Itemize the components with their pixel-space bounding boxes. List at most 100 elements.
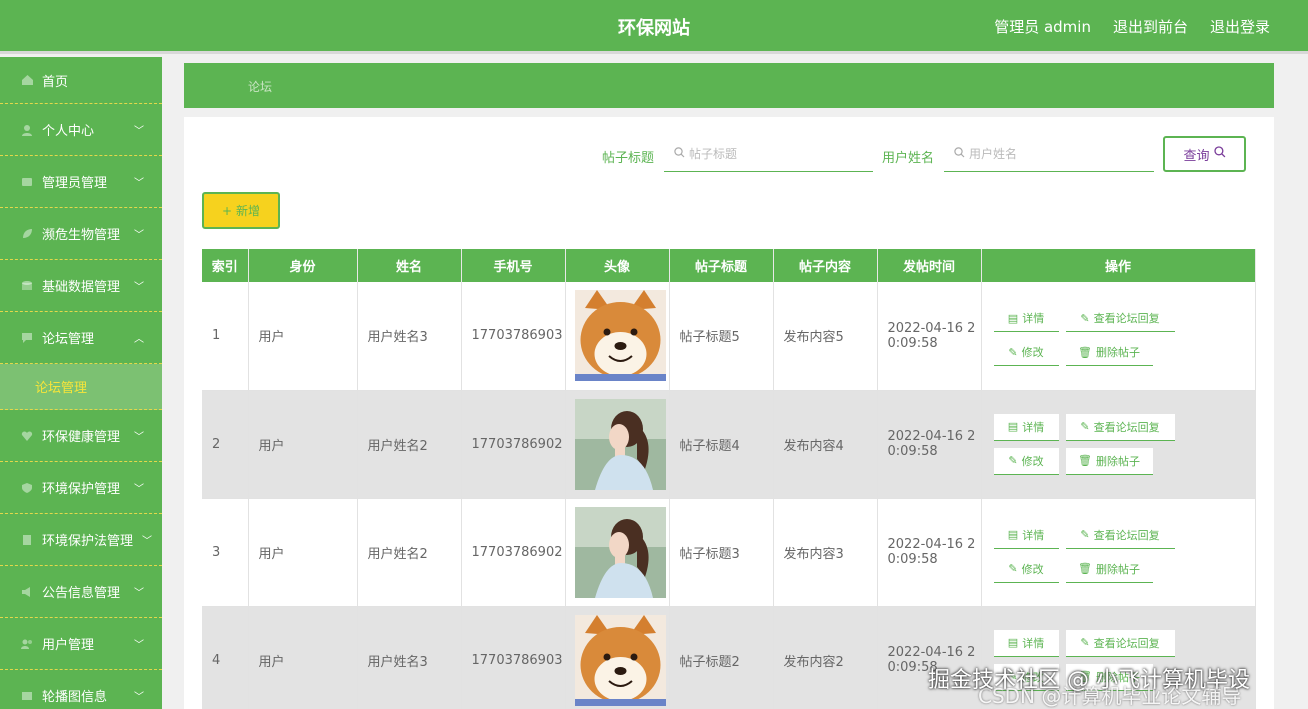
delete-post-button[interactable]: 🗑 删除帖子 (1065, 339, 1153, 367)
cell-phone: 17703786902 (461, 498, 566, 607)
column-header[interactable]: 帖子内容 (773, 249, 878, 282)
breadcrumb: 论坛 (184, 63, 1274, 108)
sidebar-item-profile[interactable]: 个人中心 ﹀ (0, 104, 162, 156)
view-replies-button[interactable]: ✎ 查看论坛回复 (1065, 413, 1175, 441)
edit-button[interactable]: ✎ 修改 (993, 555, 1059, 583)
column-header[interactable]: 发帖时间 (877, 249, 982, 282)
delete-post-button[interactable]: 🗑 删除帖子 (1065, 555, 1153, 583)
cell-name: 用户姓名2 (357, 390, 462, 499)
cell-content: 发布内容4 (773, 390, 878, 499)
delete-post-button[interactable]: 🗑 删除帖子 (1065, 447, 1153, 475)
column-header[interactable]: 头像 (565, 249, 670, 282)
watermark-juejin: 掘金技术社区 @ 小飞计算机毕设 (928, 668, 1250, 693)
chevron-down-icon: ﹀ (134, 692, 144, 703)
column-header[interactable]: 帖子标题 (669, 249, 774, 282)
sidebar-item-notices[interactable]: 公告信息管理 ﹀ (0, 566, 162, 618)
chevron-down-icon: ﹀ (134, 588, 144, 599)
search-title-input[interactable] (689, 147, 859, 161)
add-button[interactable]: + 新增 (202, 192, 280, 229)
sidebar-item-eco-health[interactable]: 环保健康管理 ﹀ (0, 410, 162, 462)
search-icon (1213, 146, 1226, 162)
column-header[interactable]: 手机号 (461, 249, 566, 282)
view-replies-label: 查看论坛回复 (1093, 312, 1160, 326)
sidebar-item-label: 环境保护管理 (42, 482, 121, 497)
edit-label: 修改 (1021, 562, 1044, 576)
cell-title: 帖子标题3 (669, 498, 774, 607)
column-header[interactable]: 操作 (981, 249, 1256, 282)
detail-button[interactable]: ▤ 详情 (993, 305, 1059, 333)
cell-time: 2022-04-16 2 0:09:58 (877, 282, 982, 391)
sidebar-item-label: 环保健康管理 (42, 430, 121, 445)
users-icon (20, 637, 34, 651)
chevron-down-icon: ﹀ (142, 536, 152, 547)
cell-role: 用户 (248, 606, 358, 709)
view-replies-button[interactable]: ✎ 查看论坛回复 (1065, 305, 1175, 333)
table-row: 2 用户 用户姓名2 17703786902 帖子标题4 发布内容4 2022-… (202, 390, 1256, 499)
edit-icon: ✎ (1080, 636, 1090, 649)
column-header[interactable]: 姓名 (357, 249, 462, 282)
cell-content: 发布内容2 (773, 606, 878, 709)
edit-button[interactable]: ✎ 修改 (993, 339, 1059, 367)
cell-index: 1 (202, 282, 249, 391)
sidebar-item-endangered-species[interactable]: 濒危生物管理 ﹀ (0, 208, 162, 260)
detail-button[interactable]: ▤ 详情 (993, 413, 1059, 441)
query-button[interactable]: 查询 (1163, 136, 1246, 172)
table-row: 1 用户 用户姓名3 17703786903 帖子标题5 发布内容5 2022-… (202, 282, 1256, 391)
top-links: 管理员 admin 退出到前台 退出登录 (994, 16, 1270, 37)
cell-role: 用户 (248, 498, 358, 607)
edit-icon: ✎ (1008, 454, 1018, 467)
cell-role: 用户 (248, 282, 358, 391)
edit-icon: ✎ (1080, 528, 1090, 541)
view-replies-label: 查看论坛回复 (1093, 528, 1160, 542)
database-icon (20, 279, 34, 293)
cell-time: 2022-04-16 2 0:09:58 (877, 498, 982, 607)
sidebar-item-env-protection[interactable]: 环境保护管理 ﹀ (0, 462, 162, 514)
sidebar-item-home[interactable]: 首页 (0, 57, 162, 104)
sidebar-item-forum[interactable]: 论坛管理 ︿ (0, 312, 162, 364)
cell-actions: ▤ 详情 ✎ 查看论坛回复 ✎ 修改 🗑 删除帖子 (981, 390, 1256, 499)
detail-button[interactable]: ▤ 详情 (993, 629, 1059, 657)
avatar-girl-image[interactable] (574, 506, 666, 598)
sidebar-item-basic-data[interactable]: 基础数据管理 ﹀ (0, 260, 162, 312)
avatar-girl-image[interactable] (574, 398, 666, 490)
sidebar-item-env-law[interactable]: 环境保护法管理 ﹀ (0, 514, 162, 566)
view-replies-button[interactable]: ✎ 查看论坛回复 (1065, 521, 1175, 549)
detail-button[interactable]: ▤ 详情 (993, 521, 1059, 549)
cell-phone: 17703786902 (461, 390, 566, 499)
cell-index: 2 (202, 390, 249, 499)
search-icon (954, 147, 965, 161)
detail-label: 详情 (1022, 420, 1045, 434)
cell-name: 用户姓名3 (357, 606, 462, 709)
chevron-down-icon: ﹀ (134, 640, 144, 651)
sidebar-subitem-forum-manage[interactable]: 论坛管理 (0, 364, 162, 410)
shield-icon (20, 481, 34, 495)
column-header[interactable]: 索引 (202, 249, 249, 282)
cell-avatar (565, 498, 670, 607)
admin-icon (20, 175, 34, 189)
cell-title: 帖子标题4 (669, 390, 774, 499)
detail-label: 详情 (1022, 312, 1045, 326)
leaf-icon (20, 227, 34, 241)
admin-user-label[interactable]: 管理员 admin (994, 16, 1091, 37)
avatar-shiba-image[interactable] (574, 614, 666, 706)
search-user-input[interactable] (969, 147, 1139, 161)
edit-button[interactable]: ✎ 修改 (993, 447, 1059, 475)
delete-label: 删除帖子 (1095, 346, 1140, 360)
logout-link[interactable]: 退出登录 (1210, 16, 1270, 37)
column-header[interactable]: 身份 (248, 249, 358, 282)
cell-name: 用户姓名2 (357, 498, 462, 607)
user-icon (20, 123, 34, 137)
search-user-field (944, 137, 1154, 172)
law-icon (20, 533, 34, 547)
time-clock: 0:09:58 (887, 552, 938, 567)
time-date: 2022-04-16 2 (887, 537, 976, 552)
search-title-field (664, 137, 873, 172)
sidebar-item-carousel[interactable]: 轮播图信息 ﹀ (0, 670, 162, 709)
health-icon (20, 429, 34, 443)
sidebar-item-admins[interactable]: 管理员管理 ﹀ (0, 156, 162, 208)
cell-phone: 17703786903 (461, 606, 566, 709)
exit-to-frontend-link[interactable]: 退出到前台 (1113, 16, 1188, 37)
avatar-shiba-image[interactable] (574, 290, 666, 382)
sidebar-item-users[interactable]: 用户管理 ﹀ (0, 618, 162, 670)
view-replies-button[interactable]: ✎ 查看论坛回复 (1065, 629, 1175, 657)
